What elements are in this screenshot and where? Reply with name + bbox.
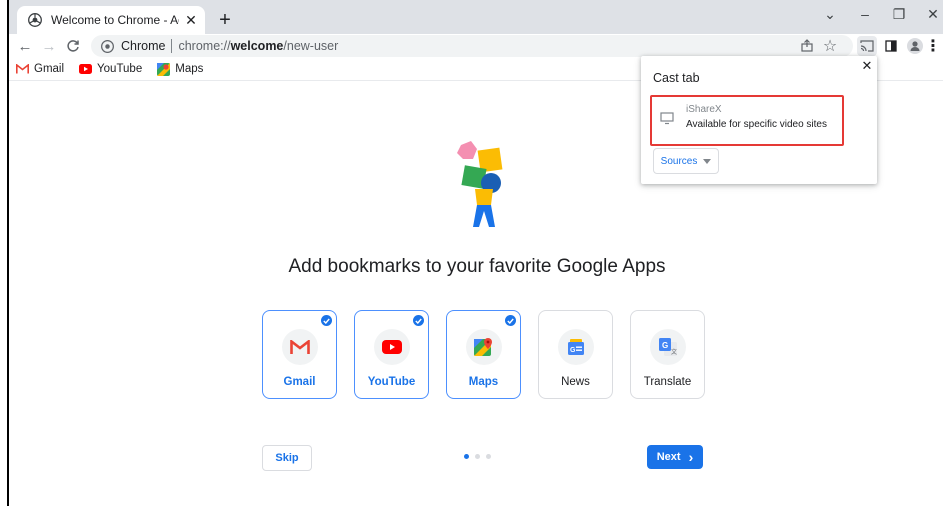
svg-text:G: G xyxy=(662,341,668,350)
app-card-translate[interactable]: G文 Translate xyxy=(630,310,705,399)
toolbar: ← → Chrome chrome://welcome/new-user ☆ xyxy=(9,34,943,58)
app-label: Translate xyxy=(643,376,692,388)
url-path: /new-user xyxy=(283,39,339,53)
chrome-logo-icon xyxy=(101,39,115,53)
url-text: chrome://welcome/new-user xyxy=(178,39,338,53)
app-card-gmail[interactable]: Gmail xyxy=(262,310,337,399)
restore-button[interactable]: ❐ xyxy=(883,0,915,28)
tab-search-button[interactable]: ⌄ xyxy=(814,0,846,28)
sources-button[interactable]: Sources xyxy=(653,148,719,174)
chevron-right-icon: › xyxy=(688,449,694,465)
app-card-maps[interactable]: Maps xyxy=(446,310,521,399)
forward-icon[interactable]: → xyxy=(39,36,59,56)
minimize-button[interactable]: – xyxy=(849,0,881,28)
page-title: Add bookmarks to your favorite Google Ap… xyxy=(288,256,666,277)
app-label: YouTube xyxy=(367,376,416,388)
new-tab-button[interactable]: + xyxy=(213,8,237,32)
page-dot[interactable] xyxy=(464,454,469,459)
side-panel-icon[interactable] xyxy=(881,36,901,56)
url-host: welcome xyxy=(230,39,284,53)
check-icon xyxy=(413,315,424,326)
bookmark-gmail[interactable]: Gmail xyxy=(15,62,64,76)
svg-text:文: 文 xyxy=(671,348,677,356)
svg-text:G: G xyxy=(570,347,576,354)
gmail-icon xyxy=(281,329,318,365)
cast-dialog: Cast tab ✕ iShareX Available for specifi… xyxy=(641,56,877,184)
youtube-icon xyxy=(373,329,410,365)
back-icon[interactable]: ← xyxy=(15,36,35,56)
chevron-down-icon xyxy=(703,158,712,164)
star-icon[interactable]: ☆ xyxy=(820,36,840,56)
cast-title: Cast tab xyxy=(653,71,700,85)
reload-icon[interactable] xyxy=(63,36,83,56)
news-icon: G xyxy=(557,329,594,365)
cast-device-isharex[interactable]: iShareX Available for specific video sit… xyxy=(650,95,844,146)
bookmark-label: Maps xyxy=(175,63,204,75)
sources-label: Sources xyxy=(660,155,698,167)
check-icon xyxy=(321,315,332,326)
bookmark-youtube[interactable]: YouTube xyxy=(78,62,142,76)
share-icon[interactable] xyxy=(797,36,817,56)
address-bar[interactable]: Chrome chrome://welcome/new-user xyxy=(91,35,853,57)
cast-icon[interactable] xyxy=(857,36,877,56)
app-card-youtube[interactable]: YouTube xyxy=(354,310,429,399)
browser-window: Welcome to Chrome - Add book ✕ + ⌄ – ❐ ✕… xyxy=(7,0,943,506)
app-label: Maps xyxy=(468,376,499,388)
youtube-icon xyxy=(78,62,92,76)
gmail-icon xyxy=(15,62,29,76)
app-picker: Gmail YouTube Maps G News G 文 Translate xyxy=(262,310,705,399)
app-label: Gmail xyxy=(283,376,316,388)
next-button[interactable]: Next › xyxy=(647,445,703,469)
app-label: News xyxy=(561,376,590,388)
next-label: Next xyxy=(656,451,681,463)
apps-illustration xyxy=(457,141,503,227)
close-icon[interactable]: ✕ xyxy=(860,58,874,73)
omnibox-separator xyxy=(171,39,173,53)
profile-icon[interactable] xyxy=(905,36,925,56)
chrome-favicon-icon xyxy=(27,12,43,28)
tab-close-icon[interactable]: ✕ xyxy=(183,12,199,28)
translate-icon: G文 xyxy=(649,329,686,365)
url-scheme: chrome:// xyxy=(178,39,231,53)
page-dot[interactable] xyxy=(486,454,491,459)
tab-welcome[interactable]: Welcome to Chrome - Add book ✕ xyxy=(17,6,205,34)
menu-icon[interactable]: ⋮ xyxy=(925,36,941,56)
window-close-button[interactable]: ✕ xyxy=(917,0,943,28)
skip-button[interactable]: Skip xyxy=(262,445,312,471)
tab-title: Welcome to Chrome - Add book xyxy=(51,13,179,27)
maps-icon xyxy=(156,62,170,76)
page-indicator xyxy=(464,454,491,459)
check-icon xyxy=(505,315,516,326)
cast-device-name: iShareX xyxy=(686,104,722,115)
bookmark-label: YouTube xyxy=(97,63,143,75)
monitor-icon xyxy=(660,112,674,125)
page-dot[interactable] xyxy=(475,454,480,459)
app-card-news[interactable]: G News xyxy=(538,310,613,399)
bookmark-maps[interactable]: Maps xyxy=(156,62,203,76)
tab-strip: Welcome to Chrome - Add book ✕ + ⌄ – ❐ ✕ xyxy=(9,0,943,34)
maps-icon xyxy=(465,329,502,365)
cast-device-status: Available for specific video sites xyxy=(686,119,827,130)
site-chip: Chrome xyxy=(121,39,166,53)
bookmark-label: Gmail xyxy=(34,63,65,75)
